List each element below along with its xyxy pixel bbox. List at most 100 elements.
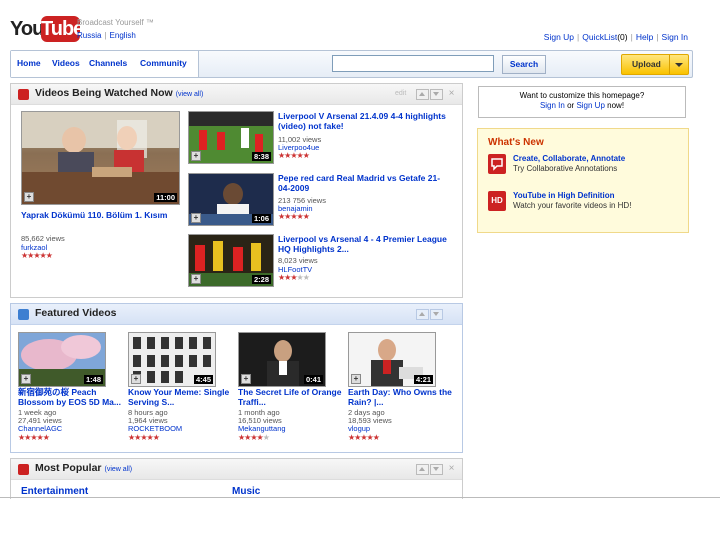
tab-home[interactable]: Home [11, 51, 47, 77]
video-views: 8,023 views [278, 256, 318, 265]
region-link[interactable]: Russia [77, 31, 101, 40]
quicklist-link[interactable]: QuickList [582, 32, 617, 42]
module-move-down-icon[interactable] [430, 309, 443, 320]
video-thumbnail[interactable]: 2:28 + [188, 234, 274, 287]
popular-module-icon [18, 464, 29, 475]
add-to-quicklist-icon[interactable]: + [191, 151, 201, 161]
whats-new-hd-link[interactable]: YouTube in High Definition [513, 191, 614, 200]
featured-rating: ★★★★★ [348, 433, 380, 442]
featured-thumbnail[interactable]: 4:45 + [128, 332, 216, 387]
language-link[interactable]: English [110, 31, 136, 40]
youtube-logo[interactable]: You Tube [10, 16, 84, 42]
featured-video-title[interactable]: Know Your Meme: Single Serving S... [128, 387, 231, 407]
featured-video-title[interactable]: 新宿御苑の桜 Peach Blossom by EOS 5D Ma... [18, 387, 121, 407]
region-language: Russia | English [77, 31, 136, 40]
module-close-icon[interactable]: × [446, 464, 457, 474]
category-entertainment[interactable]: Entertainment [21, 486, 88, 497]
module-move-up-icon[interactable] [416, 464, 429, 475]
customize-text: Want to customize this homepage? [519, 91, 645, 100]
logo-tube-text: Tube [41, 16, 84, 42]
module-move-down-icon[interactable] [430, 464, 443, 475]
video-rating: ★★★★★ [278, 151, 310, 160]
main-video-thumbnail[interactable]: 11:00 + [21, 111, 180, 205]
add-to-quicklist-icon[interactable]: + [24, 192, 34, 202]
quicklist-count: (0) [617, 32, 628, 42]
featured-user[interactable]: Mekanguttang [238, 424, 286, 433]
add-to-quicklist-icon[interactable]: + [131, 374, 141, 384]
featured-rating: ★★★★★ [238, 434, 270, 442]
category-music[interactable]: Music [232, 486, 260, 497]
star-icon: ★ [302, 212, 310, 221]
main-video-image [22, 112, 179, 204]
main-nav: Home Videos Channels Community Search Up… [10, 50, 693, 78]
star-icon: ★ [302, 151, 310, 160]
annotations-icon [488, 154, 506, 174]
featured-rating: ★★★★★ [18, 433, 50, 442]
featured-title: Featured Videos [35, 307, 117, 319]
video-thumbnail[interactable]: 1:06 + [188, 173, 274, 226]
tagline: Broadcast Yourself ™ [77, 18, 154, 27]
add-to-quicklist-icon[interactable]: + [351, 374, 361, 384]
module-move-up-icon[interactable] [416, 89, 429, 100]
video-title[interactable]: Pepe red card Real Madrid vs Getafe 21-0… [278, 173, 448, 193]
sign-in-link[interactable]: Sign In [662, 32, 688, 42]
tab-channels[interactable]: Channels [83, 51, 135, 77]
watched-now-title: Videos Being Watched Now (view all) [35, 87, 204, 99]
featured-user[interactable]: vlogup [348, 424, 370, 433]
featured-video-title[interactable]: Earth Day: Who Owns the Rain? |... [348, 387, 456, 407]
module-close-icon[interactable]: × [446, 89, 457, 99]
add-to-quicklist-icon[interactable]: + [21, 374, 31, 384]
tab-community[interactable]: Community [134, 51, 199, 77]
video-title[interactable]: Liverpool vs Arsenal 4 - 4 Premier Leagu… [278, 234, 448, 254]
most-popular-header: Most Popular (view all) × [11, 459, 462, 480]
video-thumbnail[interactable]: 8:38 + [188, 111, 274, 164]
featured-video-title[interactable]: The Secret Life of Orange Traffi... [238, 387, 348, 407]
module-move-down-icon[interactable] [430, 89, 443, 100]
add-to-quicklist-icon[interactable]: + [191, 274, 201, 284]
video-duration: 2:28 [251, 275, 271, 284]
annotations-glyph [491, 158, 503, 171]
add-to-quicklist-icon[interactable]: + [191, 213, 201, 223]
search-button[interactable]: Search [502, 55, 546, 74]
watched-view-all-link[interactable]: (view all) [176, 91, 204, 98]
star-icon: ★ [152, 433, 160, 442]
featured-thumbnail[interactable]: 0:41 + [238, 332, 326, 387]
featured-duration: 4:21 [413, 375, 433, 384]
whats-new-annotations-link[interactable]: Create, Collaborate, Annotate [513, 154, 625, 163]
search-input[interactable] [332, 55, 494, 72]
whats-new-hd-desc: Watch your favorite videos in HD! [513, 201, 632, 210]
video-title[interactable]: Liverpool V Arsenal 21.4.09 4-4 highligh… [278, 111, 448, 131]
main-video-title[interactable]: Yaprak Dökümü 110. Bölüm 1. Kısım [21, 210, 201, 220]
whats-new-box: What's New Create, Collaborate, Annotate… [477, 128, 689, 233]
video-duration: 8:38 [251, 152, 271, 161]
help-link[interactable]: Help [636, 32, 653, 42]
module-move-up-icon[interactable] [416, 309, 429, 320]
star-icon: ★ [302, 273, 310, 282]
featured-duration: 4:45 [193, 375, 213, 384]
hd-icon: HD [488, 191, 506, 211]
module-edit-link[interactable]: edit [395, 89, 406, 98]
featured-user[interactable]: ChannelAGC [18, 424, 62, 433]
sign-up-link[interactable]: Sign Up [544, 32, 574, 42]
customize-links: Sign In or Sign Up now! [539, 101, 625, 110]
whats-new-annotations-desc: Try Collaborative Annotations [513, 164, 618, 173]
customize-box: Want to customize this homepage? Sign In… [478, 86, 686, 118]
watched-now-header: Videos Being Watched Now (view all) edit … [11, 84, 462, 105]
customize-sign-in-link[interactable]: Sign In [540, 101, 565, 110]
upload-dropdown-icon[interactable] [669, 55, 688, 74]
whats-new-title: What's New [488, 137, 544, 148]
page-bottom-divider [0, 497, 720, 498]
featured-videos-module: Featured Videos 1:48 + 新宿御苑の桜 Peach Blos… [10, 303, 463, 453]
customize-sign-up-link[interactable]: Sign Up [576, 101, 604, 110]
most-popular-module: Most Popular (view all) × Entertainment M… [10, 458, 463, 499]
add-to-quicklist-icon[interactable]: + [241, 374, 251, 384]
star-icon: ★ [372, 433, 380, 442]
star-icon: ★ [42, 433, 50, 442]
main-video-duration: 11:00 [154, 193, 177, 202]
featured-thumbnail[interactable]: 4:21 + [348, 332, 436, 387]
featured-thumbnail[interactable]: 1:48 + [18, 332, 106, 387]
popular-view-all-link[interactable]: (view all) [105, 466, 133, 473]
tab-videos[interactable]: Videos [46, 51, 84, 77]
upload-button[interactable]: Upload [621, 54, 689, 75]
featured-user[interactable]: ROCKETBOOM [128, 424, 182, 433]
